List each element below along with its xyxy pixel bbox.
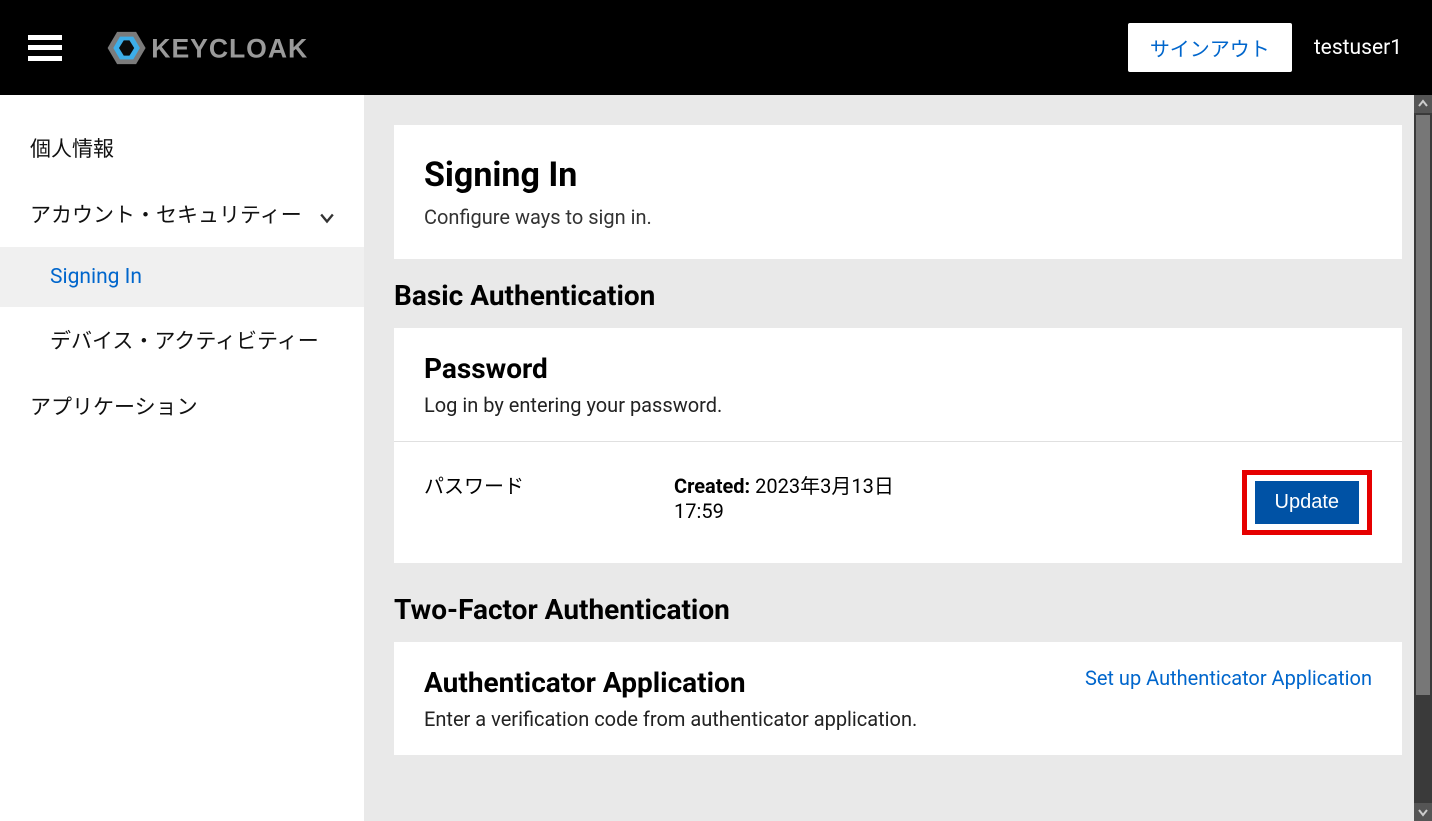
sidebar-item-account-security[interactable]: アカウント・セキュリティー [0, 181, 364, 247]
authenticator-title: Authenticator Application [424, 666, 917, 699]
sidebar-item-applications[interactable]: アプリケーション [0, 373, 364, 439]
scroll-down-icon[interactable] [1414, 803, 1432, 821]
page-header-panel: Signing In Configure ways to sign in. [394, 125, 1402, 259]
password-card: Password Log in by entering your passwor… [394, 328, 1402, 563]
authenticator-desc: Enter a verification code from authentic… [424, 707, 917, 731]
section-two-factor: Two-Factor Authentication [394, 593, 1402, 630]
sidebar-item-label: デバイス・アクティビティー [50, 325, 319, 355]
update-button[interactable]: Update [1255, 481, 1360, 524]
password-desc: Log in by entering your password. [424, 393, 1372, 417]
signout-button[interactable]: サインアウト [1128, 23, 1292, 72]
scroll-up-icon[interactable] [1414, 95, 1432, 113]
sidebar-item-signing-in[interactable]: Signing In [0, 247, 364, 307]
created-label: Created: [674, 474, 750, 498]
password-title: Password [424, 352, 1372, 385]
sidebar-item-label: Signing In [50, 265, 142, 289]
sidebar-item-label: アカウント・セキュリティー [30, 199, 302, 229]
section-basic-auth: Basic Authentication [394, 279, 1402, 316]
sidebar-item-label: アプリケーション [30, 391, 198, 421]
main-content: Signing In Configure ways to sign in. Ba… [364, 95, 1432, 821]
sidebar: 個人情報 アカウント・セキュリティー Signing In デバイス・アクティビ… [0, 95, 364, 821]
password-row-label: パスワード [424, 470, 674, 499]
page-title: Signing In [424, 155, 1372, 195]
brand-logo[interactable]: KEYCLOAK [100, 29, 366, 67]
password-created: Created: 2023年3月13日 17:59 [674, 470, 934, 523]
scrollbar-thumb[interactable] [1416, 115, 1430, 695]
scrollbar-vertical[interactable] [1414, 95, 1432, 821]
sidebar-item-label: 個人情報 [30, 133, 114, 163]
username-label: testuser1 [1314, 36, 1402, 60]
setup-authenticator-link[interactable]: Set up Authenticator Application [1085, 666, 1372, 690]
authenticator-card: Authenticator Application Enter a verifi… [394, 642, 1402, 755]
hamburger-icon[interactable] [28, 35, 62, 61]
chevron-down-icon [320, 207, 334, 221]
sidebar-item-device-activity[interactable]: デバイス・アクティビティー [0, 307, 364, 373]
svg-text:KEYCLOAK: KEYCLOAK [151, 33, 308, 63]
sidebar-item-personal-info[interactable]: 個人情報 [0, 115, 364, 181]
page-subtitle: Configure ways to sign in. [424, 205, 1372, 229]
update-highlight: Update [1242, 470, 1373, 535]
topbar: KEYCLOAK サインアウト testuser1 [0, 0, 1432, 95]
